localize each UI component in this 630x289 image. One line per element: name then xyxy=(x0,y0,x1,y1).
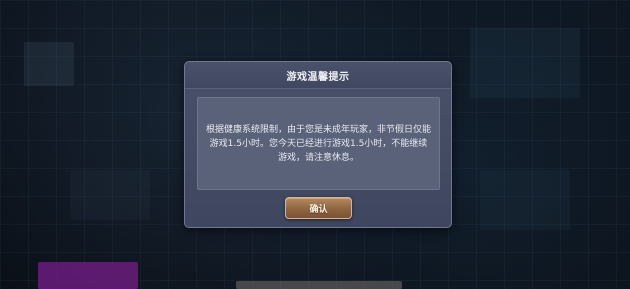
background-panel xyxy=(470,28,580,98)
message-box: 根据健康系统限制，由于您是未成年玩家，非节假日仅能游戏1.5小时。您今天已经进行… xyxy=(197,97,440,190)
dialog-title: 游戏温馨提示 xyxy=(286,71,350,83)
background-panel xyxy=(70,170,150,220)
background-panel xyxy=(480,170,570,230)
notice-dialog: 游戏温馨提示 根据健康系统限制，由于您是未成年玩家，非节假日仅能游戏1.5小时。… xyxy=(184,61,452,228)
background-panel xyxy=(24,42,74,86)
confirm-button[interactable]: 确认 xyxy=(285,197,352,219)
background-magenta-panel xyxy=(38,262,138,289)
confirm-button-label: 确认 xyxy=(309,204,328,215)
dialog-header: 游戏温馨提示 xyxy=(185,62,451,89)
background-bottom-bar xyxy=(236,281,402,289)
dialog-message: 根据健康系统限制，由于您是未成年玩家，非节假日仅能游戏1.5小时。您今天已经进行… xyxy=(206,124,432,163)
